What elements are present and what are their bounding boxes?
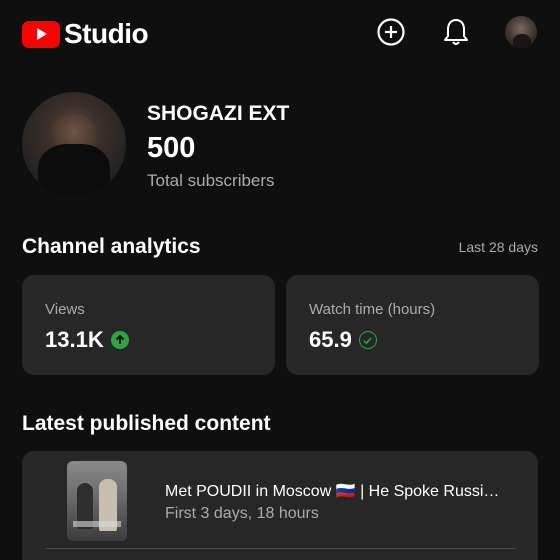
subscriber-count: 500	[147, 132, 196, 164]
video-title[interactable]: Met POUDII in Moscow 🇷🇺 | He Spoke Russi…	[165, 481, 520, 501]
studio-logo[interactable]: Studio	[22, 18, 149, 50]
watch-time-label: Watch time (hours)	[309, 301, 436, 318]
views-value: 13.1K	[45, 327, 104, 352]
watch-time-card[interactable]: Watch time (hours) 65.9	[286, 275, 539, 375]
channel-avatar[interactable]	[22, 92, 126, 196]
views-card[interactable]: Views 13.1K	[22, 275, 275, 375]
channel-name: SHOGAZI EXT	[147, 102, 290, 125]
watch-time-value: 65.9	[309, 327, 352, 352]
divider	[46, 548, 516, 549]
account-avatar[interactable]	[505, 16, 537, 48]
notifications-bell-icon[interactable]	[440, 16, 472, 48]
video-thumbnail[interactable]	[67, 461, 127, 541]
arrow-up-icon	[110, 331, 129, 349]
top-bar: Studio	[0, 0, 560, 66]
create-icon[interactable]	[375, 16, 407, 48]
video-stat: First 3 days, 18 hours	[165, 505, 319, 522]
latest-content-title: Latest published content	[22, 412, 271, 435]
logo-text: Studio	[64, 18, 149, 49]
subscriber-label: Total subscribers	[147, 171, 275, 190]
youtube-play-icon	[22, 20, 60, 48]
views-value-row: 13.1K	[45, 327, 129, 353]
date-range-label: Last 28 days	[458, 239, 538, 255]
channel-analytics-title: Channel analytics	[22, 235, 201, 258]
check-circle-icon	[358, 331, 377, 349]
views-label: Views	[45, 301, 85, 318]
watch-time-value-row: 65.9	[309, 327, 377, 353]
channel-summary: SHOGAZI EXT 500 Total subscribers	[22, 92, 542, 196]
latest-video-card[interactable]: Met POUDII in Moscow 🇷🇺 | He Spoke Russi…	[22, 451, 538, 560]
